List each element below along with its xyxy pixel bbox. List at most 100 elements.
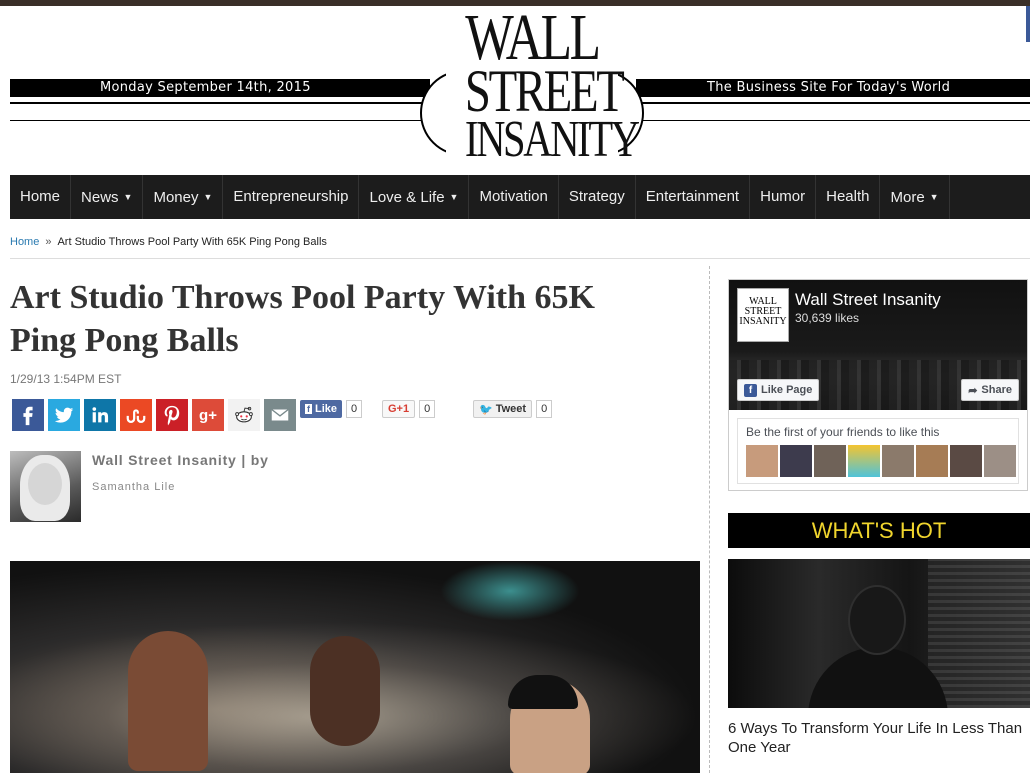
article-hero-image — [10, 561, 700, 773]
nav-item-strategy[interactable]: Strategy — [559, 175, 636, 219]
friend-avatar[interactable] — [882, 445, 914, 477]
nav-item-more[interactable]: More ▼ — [880, 175, 950, 219]
reddit-icon[interactable] — [228, 399, 260, 431]
facebook-page-name[interactable]: Wall Street Insanity — [795, 290, 941, 310]
nav-item-love-life[interactable]: Love & Life ▼ — [359, 175, 470, 219]
stumbleupon-icon[interactable] — [120, 399, 152, 431]
nav-item-label: Motivation — [479, 188, 548, 205]
nav-item-label: Money — [153, 189, 199, 206]
logo-word-insanity: INSANITY — [464, 111, 640, 168]
facebook-share-button[interactable]: ➦ Share — [961, 379, 1019, 401]
tweet-count: 0 — [536, 400, 553, 418]
friend-avatar[interactable] — [848, 445, 880, 477]
header-rule — [636, 120, 1030, 121]
nav-item-label: Health — [826, 188, 870, 205]
googleplus-label: G+1 — [388, 403, 410, 415]
facebook-icon: f — [305, 404, 312, 414]
facebook-like-total: 30,639 likes — [795, 311, 860, 325]
breadcrumb: Home » Art Studio Throws Pool Party With 6… — [10, 236, 327, 248]
friend-avatar[interactable] — [984, 445, 1016, 477]
facebook-friends-text: Be the first of your friends to like thi… — [746, 425, 940, 439]
nav-item-health[interactable]: Health — [816, 175, 881, 219]
nav-item-money[interactable]: Money ▼ — [143, 175, 224, 219]
scrollbar-edge — [1026, 6, 1030, 42]
article-date: 1/29/13 1:54PM EST — [10, 372, 122, 386]
header-tagline-bar: The Business Site For Today's World — [636, 79, 1030, 97]
hot-article-title[interactable]: 6 Ways To Transform Your Life In Less Th… — [728, 719, 1030, 757]
caret-down-icon: ▼ — [123, 192, 133, 202]
nav-item-humor[interactable]: Humor — [750, 175, 817, 219]
breadcrumb-home-link[interactable]: Home — [10, 236, 39, 248]
friend-avatar[interactable] — [746, 445, 778, 477]
facebook-like-page-button[interactable]: f Like Page — [737, 379, 820, 401]
share-label: Share — [981, 384, 1012, 396]
breadcrumb-current: Art Studio Throws Pool Party With 65K Pi… — [57, 236, 327, 248]
column-divider — [709, 266, 710, 773]
facebook-cover-image[interactable]: WALL STREET INSANITY Wall Street Insanit… — [729, 280, 1027, 410]
googleplus-icon[interactable]: g+ — [192, 399, 224, 431]
article-title: Art Studio Throws Pool Party With 65K Pi… — [10, 279, 595, 359]
hero-person — [310, 636, 380, 746]
nav-item-label: Strategy — [568, 188, 625, 205]
nav-item-motivation[interactable]: Motivation — [469, 175, 559, 219]
twitter-icon[interactable] — [48, 399, 80, 431]
nav-item-entertainment[interactable]: Entertainment — [636, 175, 751, 219]
twitter-bird-icon: 🐦 — [479, 403, 493, 416]
share-icons: g+ — [12, 399, 296, 431]
friend-avatar[interactable] — [780, 445, 812, 477]
friend-avatar[interactable] — [916, 445, 948, 477]
hero-light — [440, 561, 580, 621]
facebook-page-widget: WALL STREET INSANITY Wall Street Insanit… — [728, 279, 1028, 491]
nav-item-label: Love & Life — [369, 189, 445, 206]
breadcrumb-separator: » — [45, 236, 52, 248]
nav-item-label: News — [81, 189, 119, 206]
nav-item-label: Entrepreneurship — [233, 188, 349, 205]
silhouette-body — [808, 647, 948, 708]
author-avatar — [10, 451, 81, 522]
nav-item-home[interactable]: Home — [10, 175, 72, 219]
facebook-like-label: Like — [315, 403, 338, 415]
nav-item-news[interactable]: News ▼ — [71, 175, 144, 219]
author-name[interactable]: Samantha Lile — [92, 481, 175, 493]
friend-avatar[interactable] — [950, 445, 982, 477]
nav-item-label: Entertainment — [645, 188, 740, 205]
tweet-button[interactable]: 🐦 Tweet — [473, 400, 533, 418]
facebook-friends-box: Be the first of your friends to like thi… — [737, 418, 1019, 484]
caret-down-icon: ▼ — [203, 192, 213, 202]
hot-article-image[interactable] — [728, 559, 1030, 708]
header-rule — [10, 120, 430, 121]
like-page-label: Like Page — [761, 384, 813, 396]
site-logo[interactable]: WALL STREET INSANITY — [464, 5, 640, 168]
linkedin-icon[interactable] — [84, 399, 116, 431]
silhouette-head — [850, 587, 904, 653]
window-blinds — [928, 559, 1030, 708]
email-icon[interactable] — [264, 399, 296, 431]
header-rule — [636, 102, 1030, 104]
avatar-face — [28, 463, 62, 505]
hero-person — [128, 631, 208, 771]
tweet-widget: 🐦 Tweet 0 — [473, 399, 553, 419]
pinterest-icon[interactable] — [156, 399, 188, 431]
nav-item-label: Home — [20, 188, 61, 205]
googleplus-widget: G+1 0 — [382, 399, 436, 419]
header-rule — [10, 102, 430, 104]
facebook-like-button[interactable]: f Like — [300, 400, 343, 418]
divider — [10, 258, 1030, 259]
facebook-page-logo[interactable]: WALL STREET INSANITY — [737, 288, 789, 342]
nav-item-entrepreneurship[interactable]: Entrepreneurship — [223, 175, 360, 219]
nav-item-label: More — [890, 189, 925, 206]
header-date-bar: Monday September 14th, 2015 — [10, 79, 430, 97]
friend-avatar[interactable] — [814, 445, 846, 477]
googleplus-button[interactable]: G+1 — [382, 400, 416, 418]
fb-logo-word: INSANITY — [739, 316, 787, 327]
logo-word-street: STREET — [464, 58, 625, 124]
facebook-icon[interactable] — [12, 399, 44, 431]
facebook-friend-avatars — [746, 445, 1016, 477]
tweet-label: Tweet — [495, 403, 527, 415]
facebook-icon: f — [744, 383, 757, 397]
nav-item-label: Humor — [760, 188, 806, 205]
facebook-like-widget: f Like 0 — [300, 399, 363, 419]
header-tagline: The Business Site For Today's World — [707, 80, 951, 95]
header-date: Monday September 14th, 2015 — [100, 80, 311, 95]
caret-down-icon: ▼ — [929, 192, 939, 202]
